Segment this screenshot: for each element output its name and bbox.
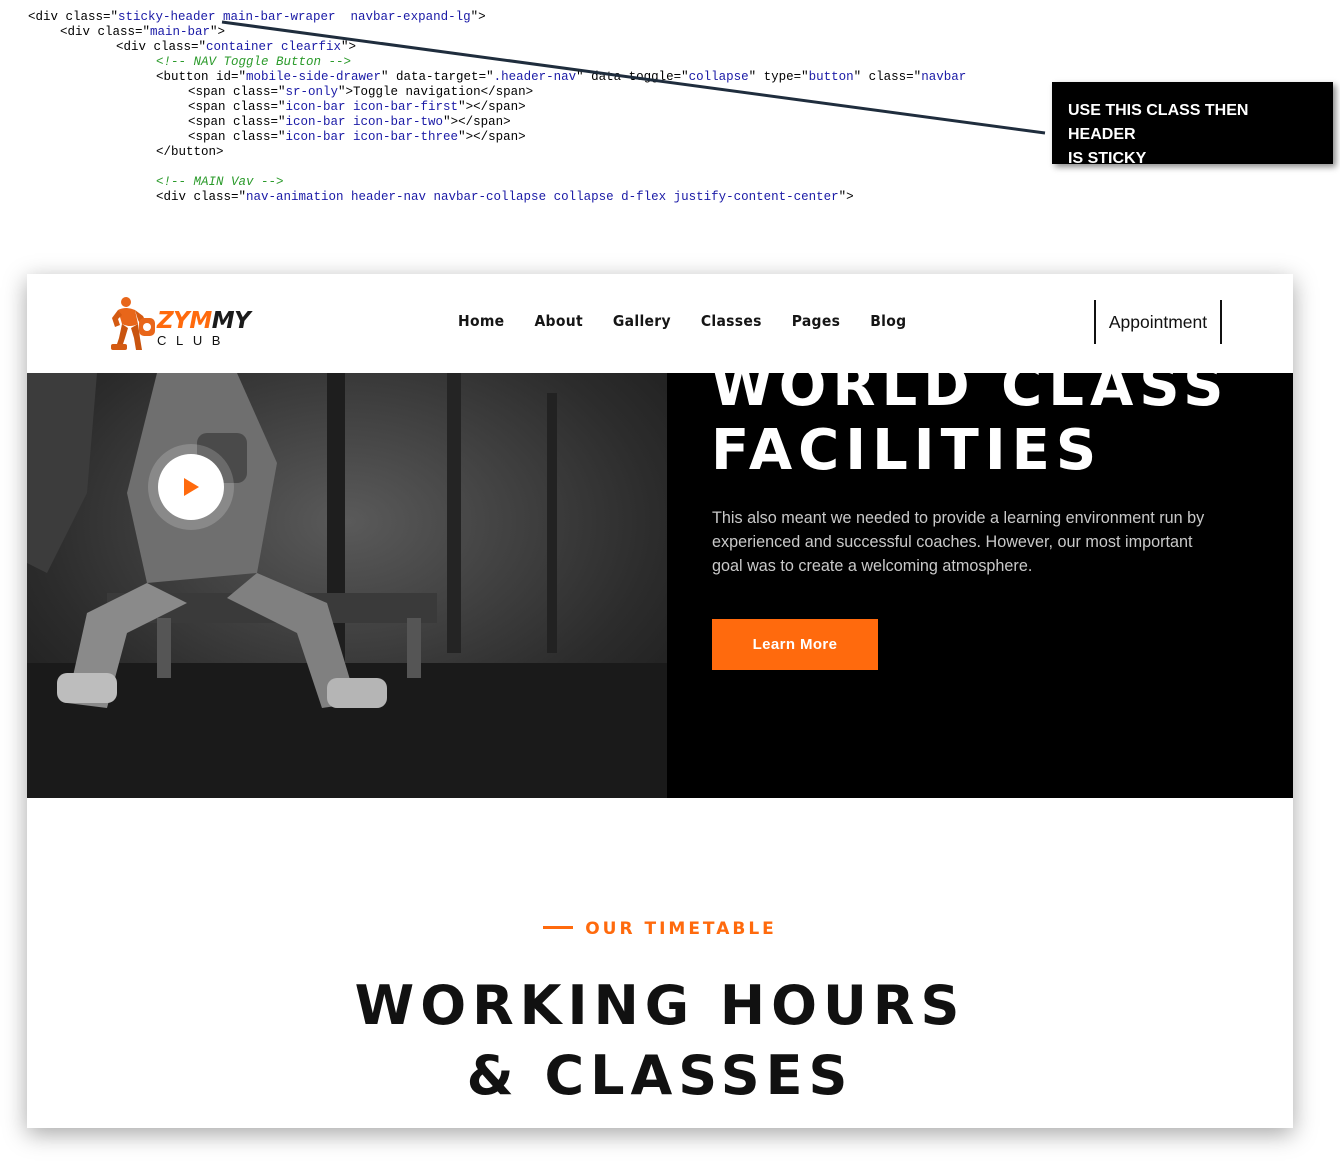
code-line: <div class="container clearfix"> — [116, 40, 357, 54]
section-title-line2: & CLASSES — [466, 1044, 854, 1107]
code-line: <span class="icon-bar icon-bar-two"></sp… — [188, 115, 511, 129]
callout-line: IS STICKY — [1068, 150, 1147, 167]
logo-wordmark: ZYMMY — [157, 308, 251, 334]
callout-line: USE THIS CLASS THEN HEADER — [1068, 102, 1249, 143]
gym-photo-art — [27, 373, 667, 798]
section-title: WORKING HOURS & CLASSES — [27, 971, 1293, 1111]
learn-more-button[interactable]: Learn More — [712, 619, 878, 670]
hero-title-line1: WORLD CLASS — [711, 354, 1230, 419]
logo-subtitle: CLUB — [157, 333, 231, 348]
site-logo[interactable]: ZYMMY CLUB — [109, 294, 251, 354]
hero-section: WORLD CLASS FACILITIES This also meant w… — [27, 357, 1293, 798]
website-preview: ZYMMY CLUB Home About Gallery Classes Pa… — [27, 274, 1293, 1128]
gym-photo — [27, 373, 667, 798]
nav-item-home[interactable]: Home — [458, 311, 504, 335]
annotation-callout: USE THIS CLASS THEN HEADER IS STICKY — [1052, 82, 1333, 167]
code-line: <button id="mobile-side-drawer" data-tar… — [156, 70, 967, 84]
play-video-icon[interactable] — [158, 454, 224, 520]
hero-description: This also meant we needed to provide a l… — [712, 509, 1205, 575]
code-snippet: <div class="sticky-header main-bar-wrape… — [0, 0, 1040, 220]
nav-item-pages[interactable]: Pages — [792, 311, 840, 335]
code-line: <span class="icon-bar icon-bar-first"></… — [188, 100, 526, 114]
bodybuilder-logo-icon — [111, 297, 155, 350]
nav-item-blog[interactable]: Blog — [870, 311, 906, 335]
section-kicker: OUR TIMETABLE — [27, 919, 1293, 939]
nav-item-classes[interactable]: Classes — [701, 311, 762, 335]
kicker-dash — [543, 925, 574, 929]
code-comment: <!-- MAIN Vav --> — [156, 175, 284, 189]
code-line: <div class="main-bar"> — [60, 25, 226, 39]
code-comment: <!-- NAV Toggle Button --> — [156, 55, 352, 69]
code-line: <span class="icon-bar icon-bar-three"></… — [188, 130, 526, 144]
appointment-button[interactable]: Appointment — [1094, 300, 1222, 344]
code-line: </button> — [156, 145, 224, 159]
main-nav: Home About Gallery Classes Pages Blog — [458, 311, 936, 335]
hero-title-line2: FACILITIES — [711, 418, 1103, 483]
code-line: <div class="nav-animation header-nav nav… — [156, 190, 854, 204]
nav-item-about[interactable]: About — [534, 311, 582, 335]
code-line: <span class="sr-only">Toggle navigation<… — [188, 85, 534, 99]
code-line: <div class="sticky-header main-bar-wrape… — [28, 10, 486, 24]
section-title-line1: WORKING HOURS — [354, 974, 966, 1037]
nav-item-gallery[interactable]: Gallery — [613, 311, 671, 335]
